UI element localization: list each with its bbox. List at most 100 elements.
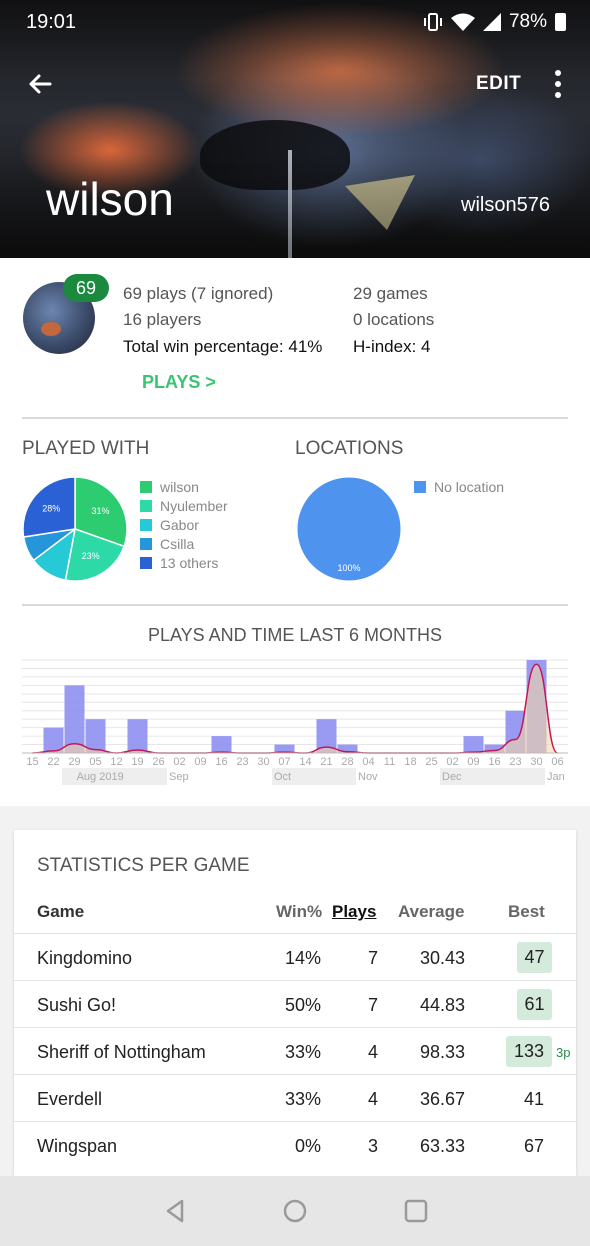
cell-signal-icon (482, 13, 501, 31)
status-time: 19:01 (26, 11, 77, 33)
x-tick-label: 19 (131, 756, 143, 768)
month-label: Oct (274, 771, 291, 783)
plays-link[interactable]: PLAYS > (142, 372, 216, 393)
player-count-note: 3p (556, 1045, 571, 1060)
game-name: Sheriff of Nottingham (37, 1042, 206, 1062)
pie-data-label: 100% (337, 563, 360, 573)
nav-home-icon[interactable] (280, 1196, 310, 1226)
bar (127, 719, 148, 753)
more-options-icon[interactable] (548, 68, 568, 100)
played-with-pie-chart: 31% 23% 28% (22, 476, 128, 582)
battery-percent: 78% (508, 11, 547, 32)
legend-swatch (140, 537, 152, 550)
win-percentage-stat: Total win percentage: 41% (123, 337, 323, 356)
column-header-win[interactable]: Win% (276, 902, 322, 922)
activity-chart-title: PLAYS AND TIME LAST 6 MONTHS (147, 625, 443, 645)
vibrate-icon (423, 13, 442, 31)
plays-count-badge: 69 (63, 274, 109, 302)
x-tick-label: 15 (26, 756, 38, 768)
battery-icon (555, 13, 566, 31)
pie-data-label: 23% (82, 551, 100, 561)
nav-recents-icon[interactable] (401, 1196, 431, 1226)
x-tick-label: 30 (257, 756, 269, 768)
statistics-card: STATISTICS PER GAME Game Win% Plays Aver… (14, 830, 576, 1176)
plays-count: 7 (367, 948, 378, 968)
legend-item: Csilla (140, 534, 228, 553)
status-icons: 78% (423, 11, 566, 33)
legend-item: Nyulember (140, 496, 228, 515)
x-tick-label: 05 (89, 756, 101, 768)
win-percent: 50% (284, 995, 321, 1015)
x-tick-label: 11 (384, 756, 395, 768)
legend-swatch (140, 480, 152, 493)
pie-data-label: 28% (42, 504, 60, 514)
played-with-legend: wilson Nyulember Gabor Csilla 13 others (140, 477, 228, 572)
best-score: 41 (524, 1089, 545, 1109)
nav-back-icon[interactable] (160, 1196, 190, 1226)
game-name: Wingspan (37, 1136, 118, 1156)
x-tick-label: 09 (194, 756, 206, 768)
win-percent: 0% (294, 1136, 321, 1156)
bar (64, 685, 85, 753)
locations-title: LOCATIONS (295, 438, 404, 459)
legend-swatch (414, 480, 426, 493)
status-bar: 19:01 78% (0, 0, 590, 44)
column-header-best[interactable]: Best (508, 902, 545, 922)
table-row[interactable]: Sheriff of Nottingham 33% 4 98.33 133 3p (14, 1027, 576, 1074)
x-tick-label: 26 (152, 756, 164, 768)
game-name: Kingdomino (37, 948, 133, 968)
player-username: wilson576 (461, 194, 550, 216)
legend-item: 13 others (140, 553, 228, 572)
x-tick-label: 29 (68, 756, 80, 768)
played-with-title: PLAYED WITH (22, 438, 150, 459)
x-tick-label: 23 (236, 756, 248, 768)
x-tick-label: 30 (530, 756, 542, 768)
average-score: 98.33 (419, 1042, 465, 1062)
table-row[interactable]: Kingdomino 14% 7 30.43 47 (14, 933, 576, 980)
column-header-game[interactable]: Game (37, 902, 84, 922)
best-score: 67 (524, 1136, 545, 1156)
locations-stat: 0 locations (353, 310, 435, 329)
plays-count: 4 (367, 1089, 378, 1109)
best-score: 47 (517, 942, 552, 973)
bar (211, 736, 232, 753)
back-arrow-icon[interactable] (24, 68, 56, 100)
x-tick-label: 02 (446, 756, 458, 768)
win-percent: 14% (284, 948, 321, 968)
x-tick-label: 23 (509, 756, 521, 768)
game-name: Everdell (37, 1089, 103, 1109)
game-name: Sushi Go! (37, 995, 117, 1015)
month-label: Jan (547, 771, 565, 783)
best-score: 133 (506, 1036, 552, 1067)
x-tick-label: 16 (488, 756, 500, 768)
table-row[interactable]: Wingspan 0% 3 63.33 67 (14, 1121, 576, 1168)
table-row[interactable]: Sushi Go! 50% 7 44.83 61 (14, 980, 576, 1027)
month-label: Dec (442, 771, 462, 783)
win-percent: 33% (284, 1042, 321, 1062)
average-score: 63.33 (419, 1136, 465, 1156)
month-label: Nov (358, 771, 378, 783)
section-divider (22, 604, 568, 606)
column-header-average[interactable]: Average (398, 902, 464, 922)
column-header-plays[interactable]: Plays (332, 902, 376, 922)
x-tick-label: 28 (341, 756, 353, 768)
system-navigation-bar (0, 1176, 590, 1246)
x-tick-label: 09 (467, 756, 479, 768)
player-name: wilson (46, 173, 174, 225)
pie-data-label: 31% (91, 506, 109, 516)
h-index-stat: H-index: 4 (353, 337, 431, 356)
legend-item: Gabor (140, 515, 228, 534)
x-tick-label: 22 (47, 756, 59, 768)
average-score: 44.83 (419, 995, 465, 1015)
legend-swatch (140, 556, 152, 569)
x-tick-label: 18 (404, 756, 416, 768)
table-row[interactable]: Everdell 33% 4 36.67 41 (14, 1074, 576, 1121)
section-divider (22, 417, 568, 419)
x-tick-label: 06 (551, 756, 563, 768)
x-tick-label: 16 (215, 756, 227, 768)
x-tick-label: 12 (110, 756, 122, 768)
wifi-icon (450, 13, 475, 31)
x-tick-label: 14 (299, 756, 311, 768)
edit-button[interactable]: EDIT (476, 73, 521, 95)
x-tick-label: 07 (278, 756, 290, 768)
